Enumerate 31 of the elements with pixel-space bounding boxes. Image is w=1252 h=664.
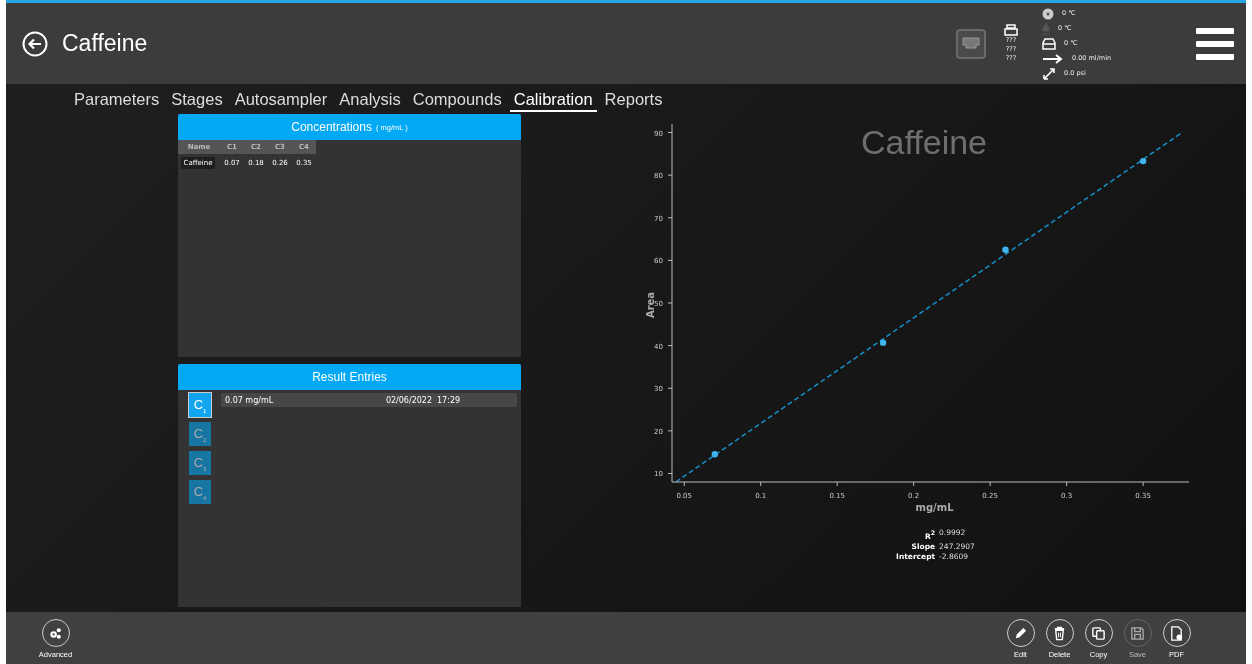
- tab[interactable]: Parameters: [70, 88, 164, 112]
- pencil-icon: [1013, 625, 1028, 641]
- data-point: [1139, 157, 1147, 165]
- copy-icon: [1091, 625, 1106, 641]
- printer-icon: [1004, 24, 1018, 36]
- document-icon: [1169, 625, 1184, 641]
- disc-icon: [1042, 7, 1054, 20]
- chart-title: Caffeine: [861, 123, 987, 161]
- tab[interactable]: Analysis: [335, 88, 405, 112]
- tab[interactable]: Calibration: [509, 88, 597, 112]
- drop-icon: [1042, 22, 1050, 35]
- data-point: [711, 451, 719, 458]
- tray-icon: [1042, 37, 1056, 50]
- tab[interactable]: Stages: [167, 88, 227, 112]
- menu-icon[interactable]: [1196, 26, 1234, 61]
- gears-icon: [48, 625, 63, 641]
- data-point: [1002, 246, 1009, 253]
- panel-title: Concentrations: [291, 120, 372, 134]
- tab[interactable]: Reports: [600, 88, 667, 112]
- arrow-right-icon: [1042, 52, 1064, 65]
- network-port-icon: [956, 28, 986, 59]
- data-point: [879, 339, 887, 346]
- axis-title: mg/mL: [915, 502, 954, 513]
- diagonal-arrow-icon: [1042, 67, 1056, 80]
- tab[interactable]: Autosampler: [230, 88, 332, 112]
- back-icon[interactable]: [22, 30, 48, 57]
- tab[interactable]: Compounds: [408, 88, 506, 112]
- panel-title: Result Entries: [312, 370, 387, 384]
- trash-icon: [1052, 625, 1067, 641]
- page-title: Caffeine: [62, 30, 148, 57]
- result-entry[interactable]: 0.07 mg/mL 02/06/2022 17:29: [221, 393, 517, 407]
